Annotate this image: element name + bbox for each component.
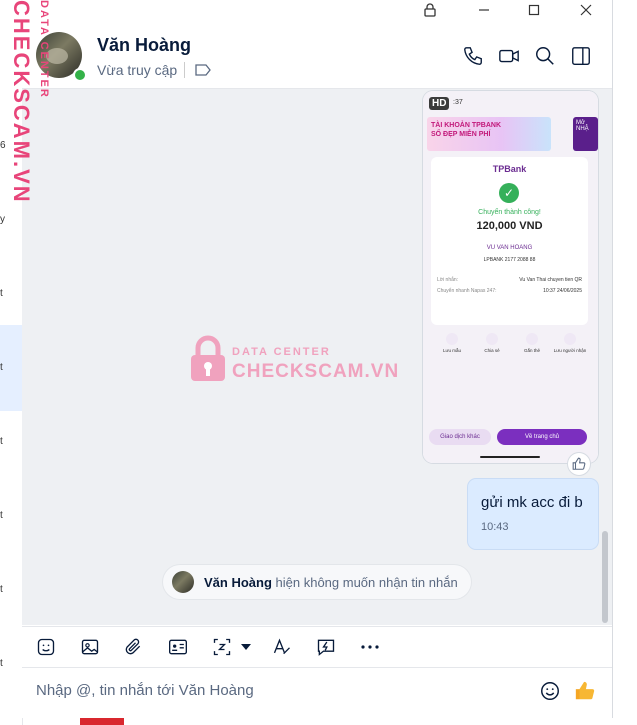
recipient-bank: LPBANK 2177 2088 88 <box>483 257 536 263</box>
watermark-lock-icon <box>191 335 225 381</box>
message-label: Lời nhắn: <box>437 277 459 283</box>
transfer-receipt-screenshot: HD :37 TÀI KHOẢN TPBANK SỐ ĐẸP MIỄN PHÍ … <box>423 91 598 463</box>
image-icon[interactable] <box>79 636 101 658</box>
lock-icon[interactable] <box>410 0 450 20</box>
message-input[interactable]: Nhập @, tin nhắn tới Văn Hoàng <box>36 682 254 699</box>
message-time: 10:43 <box>481 521 509 533</box>
more-options-icon[interactable] <box>359 636 381 658</box>
contact-card-icon[interactable] <box>167 636 189 658</box>
attachment-icon[interactable] <box>122 636 144 658</box>
watermark-top-text: DATA CENTER <box>232 346 331 358</box>
message-value: Vu Van Thai chuyen tien QR <box>519 277 582 283</box>
screenshot-icon[interactable] <box>211 636 233 658</box>
watermark-bottom-text: CHECKSCAM.VN <box>232 361 400 382</box>
sticker-icon[interactable] <box>35 636 57 658</box>
list-fragment: 6 <box>0 140 6 151</box>
system-notice-text: Văn Hoàng hiện không muốn nhận tin nhắn <box>204 575 458 590</box>
save-template-action: Lưu mẫu <box>435 333 469 353</box>
emoji-icon[interactable] <box>538 679 562 703</box>
last-seen-status: Vừa truy cập <box>97 62 178 78</box>
text-format-icon[interactable] <box>271 636 293 658</box>
receipt-actions: Lưu mẫu Chia sẻ Gắn thẻ Lưu người nhận <box>431 333 588 363</box>
online-status-dot <box>73 68 87 82</box>
share-action: Chia sẻ <box>475 333 509 353</box>
promo-banner-right: Mở NHẬ <box>573 117 598 151</box>
tag-action: Gắn thẻ <box>515 333 549 353</box>
phone-icon[interactable] <box>462 45 484 67</box>
list-fragment: y <box>0 214 5 225</box>
list-fragment: t <box>0 584 3 595</box>
save-recipient-action: Lưu người nhận <box>553 333 587 353</box>
watermark-vertical-small: DATA CENTER <box>38 0 50 99</box>
minimize-icon[interactable] <box>464 0 504 20</box>
sidebar-toggle-icon[interactable] <box>570 45 592 67</box>
check-icon: ✓ <box>499 183 519 203</box>
selected-conversation-highlight <box>0 325 22 411</box>
chat-header: Văn Hoàng Vừa truy cập <box>22 22 612 89</box>
scrollbar[interactable] <box>602 531 608 623</box>
list-fragment: t <box>0 658 3 669</box>
close-icon[interactable] <box>566 0 606 20</box>
image-message[interactable]: HD :37 TÀI KHOẢN TPBANK SỐ ĐẸP MIỄN PHÍ … <box>423 91 598 463</box>
avatar <box>172 571 194 593</box>
system-notice: Văn Hoàng hiện không muốn nhận tin nhắn <box>163 565 471 599</box>
divider <box>184 62 185 78</box>
promo-right-text: Mở NHẬ <box>576 120 589 132</box>
title-bar <box>22 0 612 22</box>
via-label: Chuyển nhanh Napas 247: <box>437 288 497 294</box>
search-icon[interactable] <box>534 45 556 67</box>
promo-banner: TÀI KHOẢN TPBANK SỐ ĐẸP MIỄN PHÍ <box>427 117 551 151</box>
video-call-icon[interactable] <box>498 45 520 67</box>
home-button: Về trang chủ <box>497 429 587 445</box>
quick-message-icon[interactable] <box>315 636 337 658</box>
home-indicator <box>480 456 540 458</box>
label-tag-icon[interactable] <box>195 63 211 81</box>
chat-window: Văn Hoàng Vừa truy cập HD :37 TÀI KHOẢN … <box>22 0 613 718</box>
via-value: 10:37 24/06/2025 <box>543 288 582 294</box>
contact-name[interactable]: Văn Hoàng <box>97 35 191 56</box>
list-fragment: t <box>0 288 3 299</box>
list-fragment: t <box>0 436 3 447</box>
taskbar-indicator <box>80 718 124 725</box>
amount: 120,000 VND <box>476 220 543 232</box>
chevron-down-icon[interactable] <box>235 636 257 658</box>
message-text: gửi mk acc đi b <box>481 494 583 511</box>
recipient-name: VU VAN HOANG <box>486 245 533 251</box>
receipt-card: TPBank ✓ Chuyển thành công! 120,000 VND … <box>431 157 588 325</box>
bank-logo: TPBank <box>492 164 527 174</box>
hd-badge: HD <box>429 97 450 110</box>
thumbs-up-send-icon[interactable] <box>573 679 597 703</box>
message-area[interactable]: HD :37 TÀI KHOẢN TPBANK SỐ ĐẸP MIỄN PHÍ … <box>22 89 612 625</box>
maximize-icon[interactable] <box>514 0 554 20</box>
list-fragment: t <box>0 362 3 373</box>
composer-toolbar <box>22 626 612 668</box>
other-transaction-button: Giao dịch khác <box>429 429 491 445</box>
promo-text: TÀI KHOẢN TPBANK SỐ ĐẸP MIỄN PHÍ <box>431 122 501 138</box>
sent-message-bubble[interactable]: gửi mk acc đi b 10:43 <box>468 479 598 549</box>
success-text: Chuyển thành công! <box>478 209 541 216</box>
phone-time: :37 <box>453 99 463 106</box>
thumbs-up-react-icon[interactable] <box>568 453 590 475</box>
watermark-vertical-big: CHECKSCAM.VN <box>9 0 34 204</box>
list-fragment: t <box>0 510 3 521</box>
